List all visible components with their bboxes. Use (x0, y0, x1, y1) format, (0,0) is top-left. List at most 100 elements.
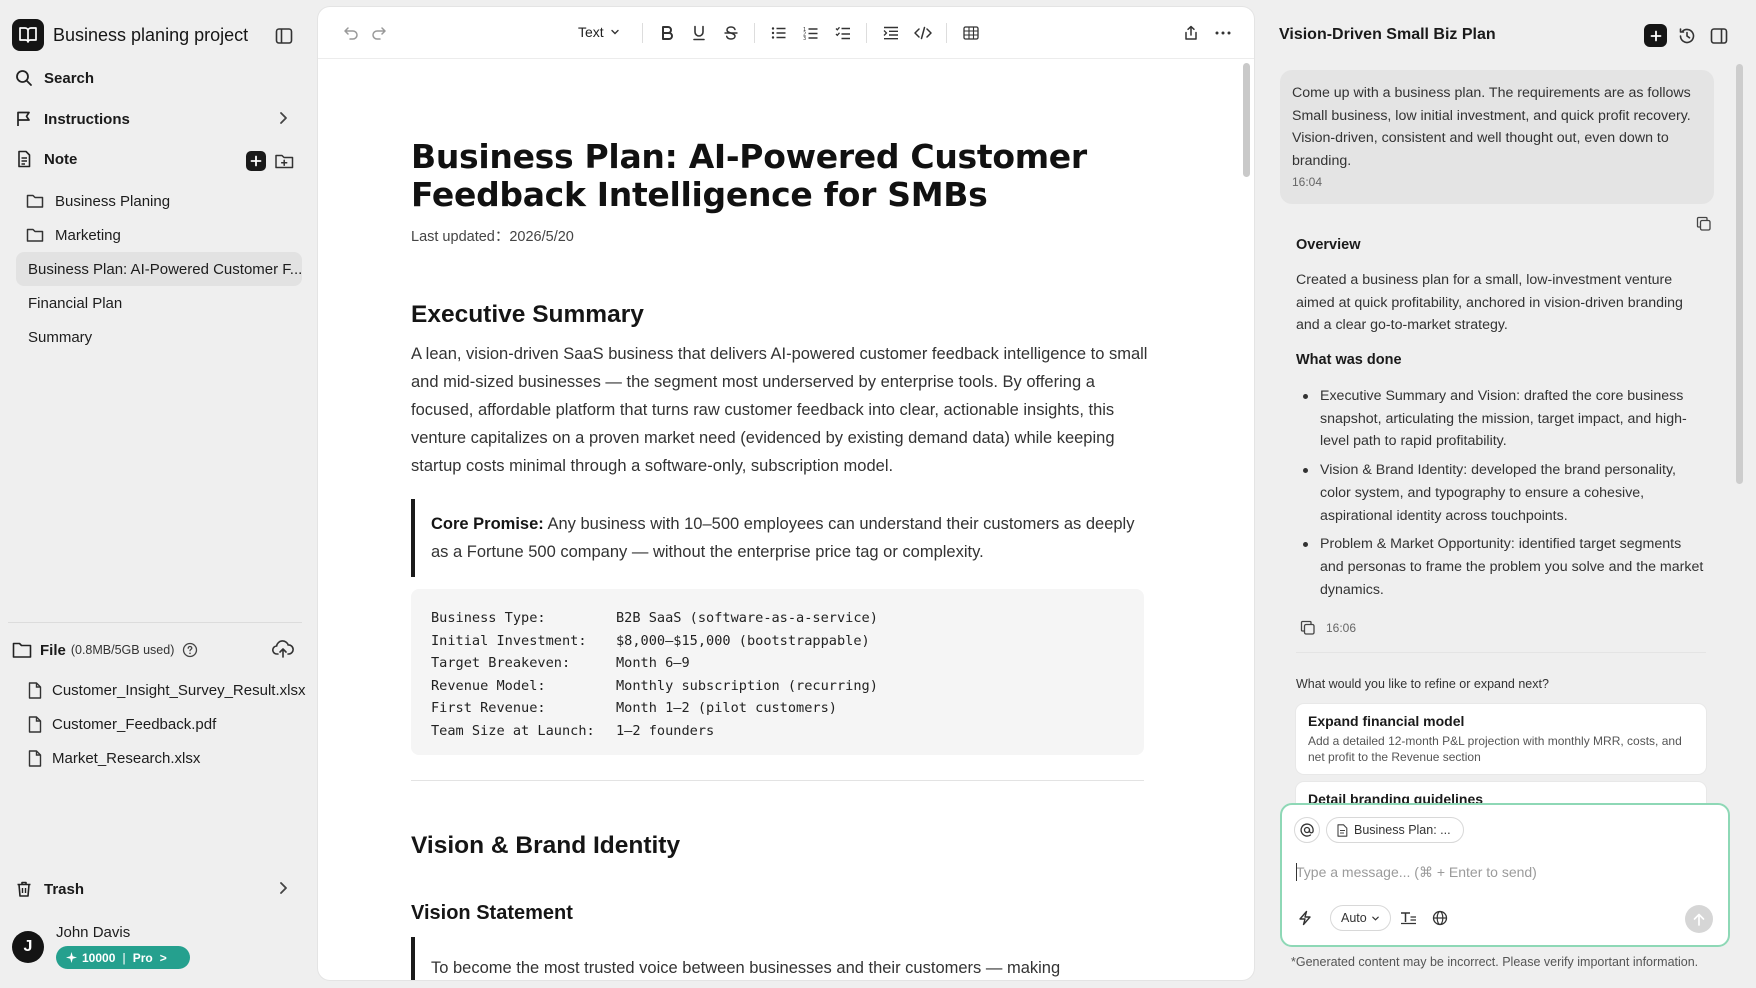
file-label: File (40, 641, 66, 659)
format-text-icon[interactable] (1395, 905, 1421, 931)
lightning-icon[interactable] (1292, 905, 1318, 931)
editor-scrollbar[interactable] (1243, 63, 1250, 177)
help-icon[interactable] (182, 642, 198, 658)
heading-executive-summary[interactable]: Executive Summary (411, 301, 644, 329)
doc-item[interactable]: Summary (16, 320, 302, 354)
last-updated: Last updated：2026/5/20 (411, 229, 574, 245)
model-mode-dropdown[interactable]: Auto (1330, 905, 1391, 931)
list-item: Vision & Brand Identity: developed the b… (1296, 459, 1706, 527)
strikethrough-icon[interactable] (720, 22, 742, 44)
folder-item[interactable]: Business Planing (26, 189, 170, 213)
project-header[interactable]: Business planing project (12, 19, 248, 51)
text-caret (1296, 863, 1297, 881)
vision-statement-quote[interactable]: To become the most trusted voice between… (411, 937, 1151, 980)
panel-toggle-icon[interactable] (1707, 24, 1731, 48)
file-icon (28, 715, 42, 733)
heading-vision-statement[interactable]: Vision Statement (411, 902, 573, 925)
suggestion-card[interactable]: Expand financial model Add a detailed 12… (1296, 704, 1706, 774)
file-item[interactable]: Customer_Insight_Survey_Result.xlsx (28, 679, 305, 701)
file-icon (28, 749, 42, 767)
add-note-icon[interactable] (246, 151, 266, 171)
file-item[interactable]: Market_Research.xlsx (28, 747, 200, 769)
user-name: John Davis (56, 924, 131, 941)
sidebar-instructions[interactable]: Instructions (12, 104, 298, 134)
list-item: Executive Summary and Vision: drafted th… (1296, 385, 1706, 453)
more-icon[interactable] (1212, 22, 1234, 44)
globe-icon[interactable] (1427, 905, 1453, 931)
redo-icon[interactable] (368, 22, 390, 44)
overview-text: Created a business plan for a small, low… (1296, 272, 1683, 333)
overview-heading: Overview (1296, 237, 1361, 253)
model-mode-value: Auto (1341, 911, 1367, 925)
underline-icon[interactable] (688, 22, 710, 44)
refine-question: What would you like to refine or expand … (1296, 677, 1549, 691)
storage-usage: (0.8MB/5GB used) (70, 643, 175, 657)
plan-arrow: > (159, 950, 167, 965)
flag-icon (12, 107, 36, 131)
search-icon (12, 66, 36, 90)
mention-icon[interactable] (1294, 817, 1320, 843)
document-title[interactable]: Business Plan: AI-Powered Customer Feedb… (411, 138, 1151, 214)
sidebar-divider (8, 622, 302, 623)
suggestion-title: Expand financial model (1308, 713, 1465, 729)
fact-line: First Revenue: Month 1–2 (pilot customers… (431, 700, 837, 716)
file-item[interactable]: Customer_Feedback.pdf (28, 713, 216, 735)
share-icon[interactable] (1180, 22, 1202, 44)
message-input[interactable] (1296, 860, 1716, 884)
trash-icon (12, 877, 36, 901)
ai-message-meta: 16:06 (1300, 620, 1356, 636)
file-section-header[interactable]: File (0.8MB/5GB used) (12, 638, 198, 662)
numbered-list-icon[interactable]: 123 (800, 22, 822, 44)
core-promise-label: Core Promise: (431, 515, 544, 533)
toolbar-separator (946, 23, 947, 43)
chat-divider (1296, 652, 1706, 653)
credits-count: 10000 (82, 950, 116, 965)
note-label: Note (44, 150, 78, 168)
sidebar-search[interactable]: Search (12, 63, 298, 93)
fact-line: Business Type: B2B SaaS (software-as-a-se… (431, 610, 878, 626)
doc-item-active[interactable]: Business Plan: AI-Powered Customer F... (16, 252, 302, 286)
file-name: Market_Research.xlsx (52, 749, 201, 767)
horizontal-rule (411, 780, 1144, 781)
add-folder-icon[interactable] (274, 151, 295, 171)
file-icon (1337, 823, 1348, 837)
suggestion-desc: Add a detailed 12-month P&L projection w… (1308, 734, 1682, 764)
executive-summary-text[interactable]: A lean, vision-driven SaaS business that… (411, 340, 1151, 480)
core-promise-quote[interactable]: Core Promise: Any business with 10–500 e… (411, 499, 1151, 577)
code-icon[interactable] (912, 22, 934, 44)
chevron-down-icon (1371, 914, 1380, 923)
toolbar-separator (866, 23, 867, 43)
copy-icon[interactable] (1696, 216, 1712, 232)
send-button[interactable] (1685, 905, 1713, 933)
bold-icon[interactable] (656, 22, 678, 44)
checklist-icon[interactable] (832, 22, 854, 44)
table-icon[interactable] (960, 22, 982, 44)
chevron-right-icon (274, 879, 292, 897)
history-icon[interactable] (1675, 24, 1699, 48)
toolbar-separator (642, 23, 643, 43)
sidebar-trash[interactable]: Trash (12, 874, 298, 904)
doc-item[interactable]: Financial Plan (16, 286, 302, 320)
user-profile[interactable]: J John Davis 10000 | Pro > (12, 924, 190, 969)
chat-scrollbar[interactable] (1736, 64, 1743, 484)
folder-item[interactable]: Marketing (26, 223, 121, 247)
copy-icon[interactable] (1300, 620, 1316, 636)
ai-message-time: 16:06 (1326, 621, 1357, 635)
folder-icon (12, 641, 32, 659)
plan-badge[interactable]: 10000 | Pro > (56, 946, 190, 969)
bullet-list-icon[interactable] (768, 22, 790, 44)
done-list: Executive Summary and Vision: drafted th… (1296, 385, 1706, 607)
upload-cloud-icon[interactable] (272, 639, 294, 659)
new-chat-icon[interactable] (1644, 24, 1667, 47)
undo-icon[interactable] (340, 22, 362, 44)
vision-statement-text: To become the most trusted voice between… (431, 959, 1061, 977)
sidebar-toggle-icon[interactable] (272, 24, 296, 48)
disclaimer-text: *Generated content may be incorrect. Ple… (1291, 955, 1699, 969)
editor-toolbar: Text 123 (318, 7, 1254, 59)
business-facts-code-block[interactable]: Business Type: B2B SaaS (software-as-a-se… (411, 589, 1144, 755)
heading-vision-brand[interactable]: Vision & Brand Identity (411, 832, 680, 860)
text-style-dropdown[interactable]: Text (578, 24, 620, 40)
indent-icon[interactable] (880, 22, 902, 44)
sparkle-icon (66, 952, 77, 963)
context-chip[interactable]: Business Plan: ... (1326, 817, 1464, 843)
